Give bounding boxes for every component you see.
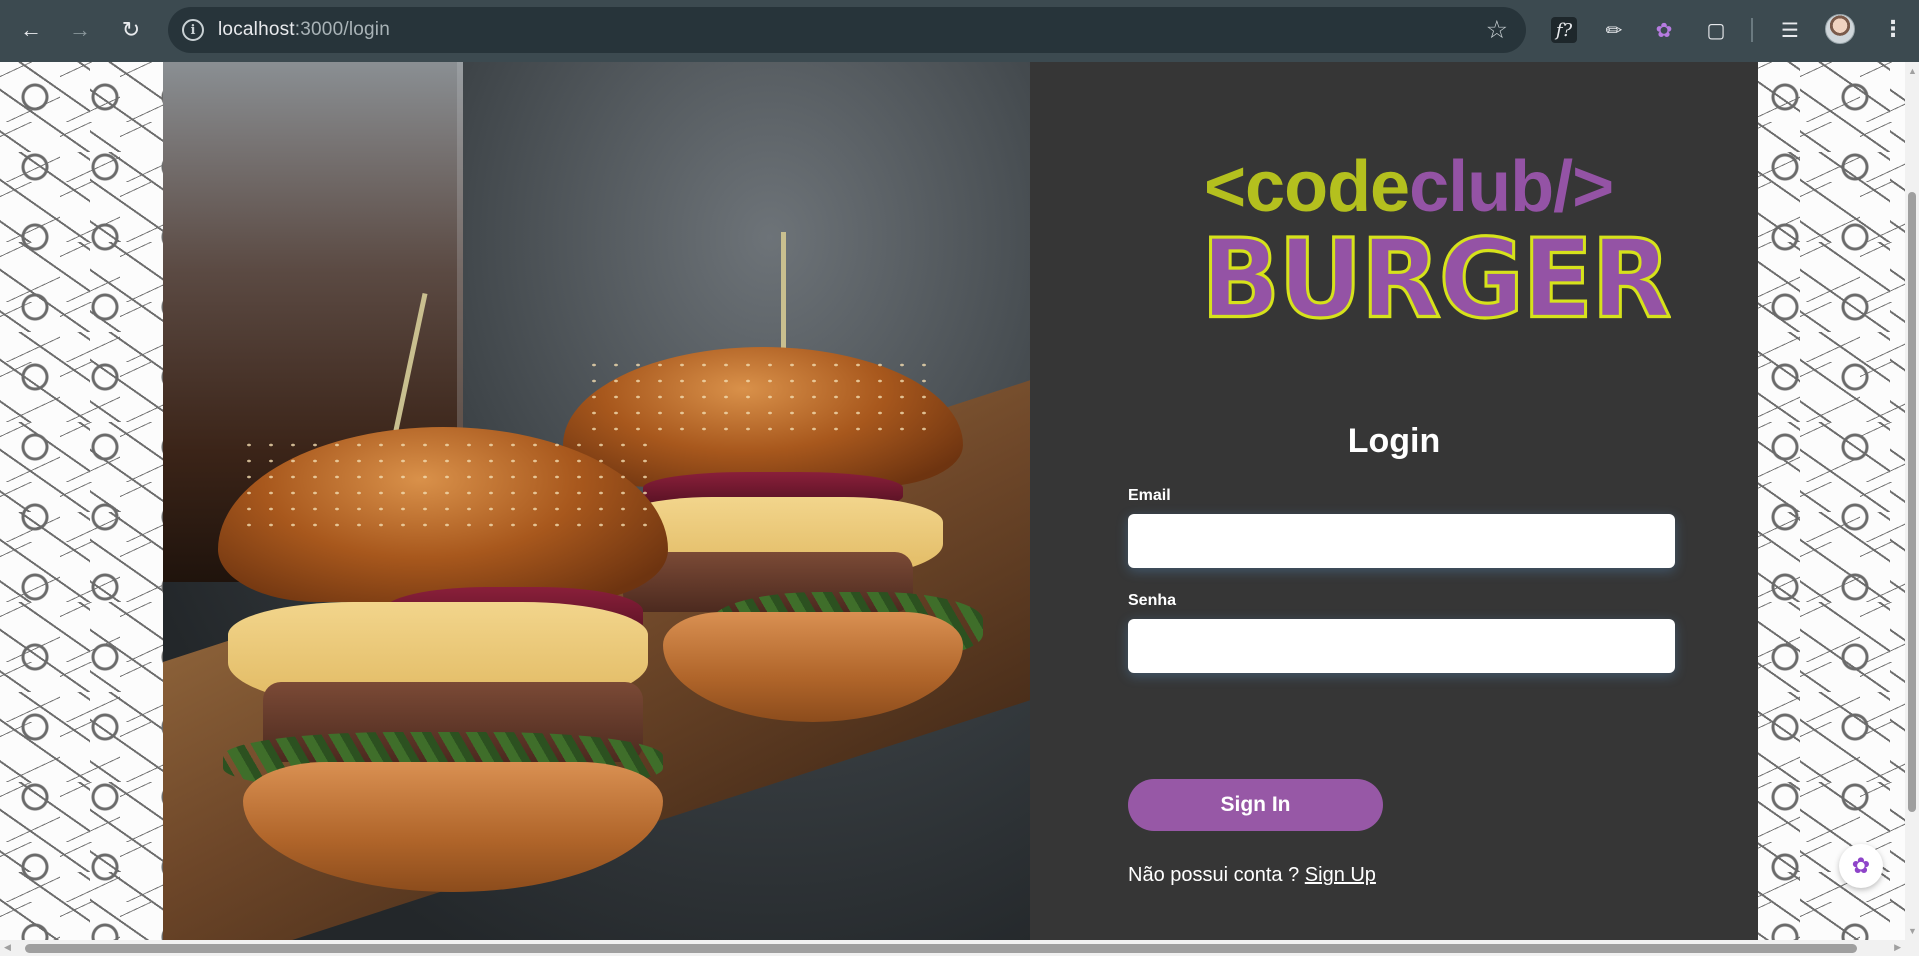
codeclub-burger-logo: <codeclub/> BURGER (1199, 147, 1672, 343)
password-field[interactable] (1128, 619, 1675, 673)
font-extension-icon[interactable]: f? (1551, 17, 1577, 43)
vertical-scroll-thumb[interactable] (1908, 192, 1916, 812)
front-burger (203, 292, 683, 912)
login-card: <codeclub/> BURGER Login Email Senha Sig… (163, 62, 1758, 940)
scroll-down-icon[interactable]: ▼ (1908, 926, 1917, 936)
profile-avatar[interactable] (1825, 14, 1855, 44)
reload-button[interactable]: ↻ (112, 11, 150, 49)
scroll-up-icon[interactable]: ▲ (1908, 66, 1917, 76)
toolbar-separator (1751, 18, 1753, 42)
vertical-scrollbar[interactable]: ▲ ▼ (1905, 62, 1919, 940)
star-icon[interactable]: ☆ (1486, 16, 1508, 44)
url-text[interactable]: localhost:3000/login (218, 19, 390, 41)
horizontal-scrollbar[interactable]: ◀ ▶ (0, 940, 1919, 956)
puzzle-icon[interactable]: ▢ (1700, 14, 1732, 46)
sign-up-link[interactable]: Sign Up (1305, 864, 1376, 886)
signup-prompt-text: Não possui conta ? (1128, 864, 1305, 886)
back-button[interactable]: ← (12, 11, 50, 49)
page-viewport: <codeclub/> BURGER Login Email Senha Sig… (0, 62, 1905, 940)
url-path: :3000/login (294, 19, 390, 40)
media-control-icon[interactable]: ☰ (1774, 14, 1806, 46)
eyedropper-icon[interactable]: ✏ (1598, 14, 1630, 46)
horizontal-scroll-thumb[interactable] (25, 944, 1857, 953)
brain-icon[interactable]: ✿ (1648, 14, 1680, 46)
arrow-left-icon: ← (20, 17, 42, 42)
forward-button[interactable]: → (61, 11, 99, 49)
scroll-left-icon[interactable]: ◀ (4, 942, 11, 953)
email-field[interactable] (1128, 514, 1675, 568)
site-info-icon[interactable]: i (182, 19, 204, 41)
password-label: Senha (1128, 592, 1177, 609)
signup-prompt: Não possui conta ? Sign Up (1128, 864, 1376, 887)
url-host: localhost (218, 19, 295, 40)
page-title: Login (1347, 422, 1441, 460)
login-panel: <codeclub/> BURGER Login Email Senha Sig… (1030, 62, 1758, 940)
brain-icon: ✿ (1851, 853, 1871, 878)
arrow-right-icon: → (69, 17, 91, 42)
kebab-icon[interactable]: ⋮ (1882, 14, 1904, 44)
browser-toolbar: ← → ↻ i localhost:3000/login ☆ f? ✏ ✿ ▢ … (0, 0, 1919, 62)
email-label: Email (1128, 487, 1171, 504)
font-extension-label: f? (1555, 19, 1573, 41)
address-bar[interactable]: i localhost:3000/login ☆ (168, 7, 1526, 53)
reload-icon: ↻ (121, 17, 141, 42)
sign-in-button[interactable]: Sign In (1128, 779, 1383, 831)
burger-hero-image (163, 62, 1030, 940)
brain-extension-floating-button[interactable]: ✿ (1839, 844, 1883, 888)
scroll-right-icon[interactable]: ▶ (1894, 942, 1901, 953)
